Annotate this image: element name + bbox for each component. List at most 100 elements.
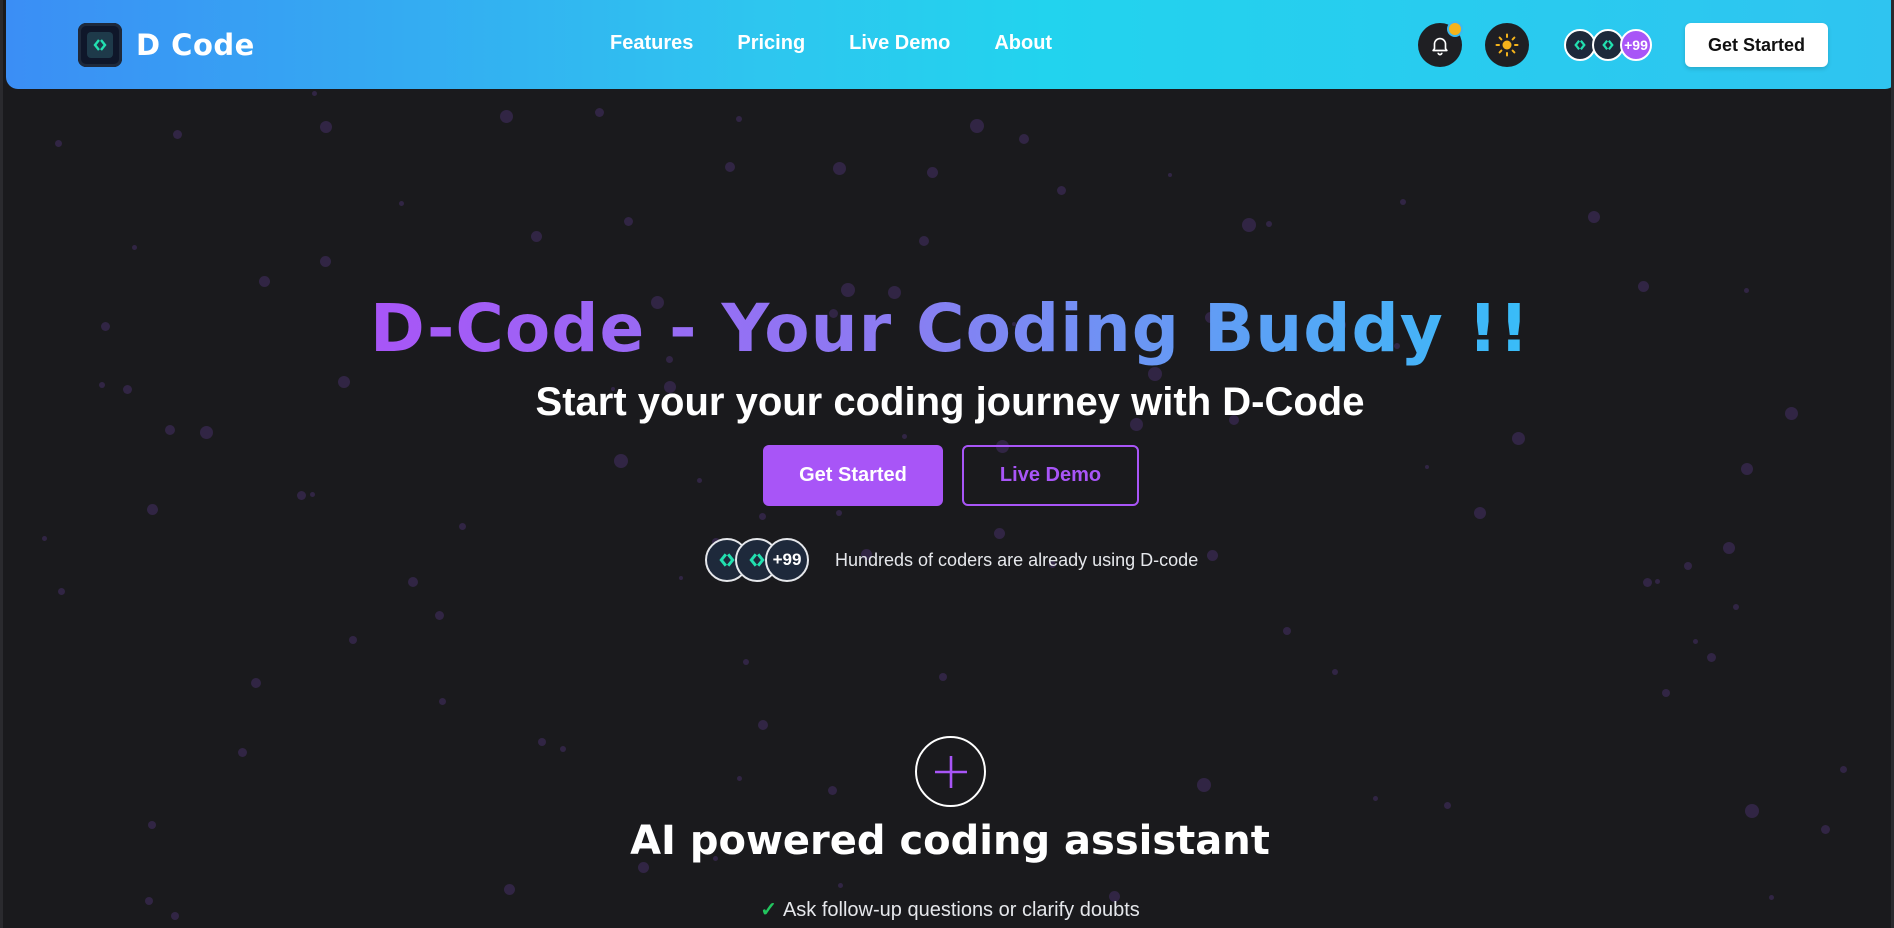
- particle: [725, 162, 735, 172]
- bell-icon: [1432, 37, 1448, 56]
- particle: [312, 91, 317, 96]
- check-icon: ✓: [760, 899, 777, 921]
- particle: [828, 786, 837, 795]
- header-avatar-stack: +99: [1564, 29, 1652, 61]
- particle: [737, 776, 742, 781]
- hero-title: D-Code - Your Coding Buddy !!: [3, 290, 1891, 367]
- particle: [1168, 173, 1172, 177]
- hero-get-started-button[interactable]: Get Started: [763, 445, 943, 506]
- particle: [58, 588, 65, 595]
- brand-name: D Code: [136, 28, 255, 62]
- main-nav: Features Pricing Live Demo About: [610, 32, 1096, 55]
- header-get-started-button[interactable]: Get Started: [1685, 23, 1828, 67]
- particle: [595, 108, 604, 117]
- nav-features[interactable]: Features: [610, 32, 693, 55]
- hero-subtitle: Start your your coding journey with D-Co…: [535, 380, 1365, 424]
- particle: [939, 673, 947, 681]
- particle: [42, 536, 47, 541]
- particle: [838, 883, 843, 888]
- particle: [310, 492, 315, 497]
- particle: [1707, 653, 1716, 662]
- code-icon: [1574, 40, 1586, 50]
- feature-icon-circle: [915, 736, 986, 807]
- feature-title: AI powered coding assistant: [630, 818, 1270, 864]
- particle: [1643, 578, 1652, 587]
- page: D Code Features Pricing Live Demo About: [0, 0, 1894, 928]
- particle: [1512, 432, 1525, 445]
- particle: [1588, 211, 1600, 223]
- particle: [55, 140, 62, 147]
- hero-title-text: D-Code - Your Coding Buddy !!: [370, 290, 1530, 367]
- particle: [1197, 778, 1211, 792]
- particle: [1741, 463, 1753, 475]
- particle: [399, 201, 404, 206]
- particle: [1444, 802, 1451, 809]
- particle: [1148, 367, 1162, 381]
- notifications-button[interactable]: [1418, 21, 1463, 67]
- particle: [970, 119, 984, 133]
- particle: [173, 130, 182, 139]
- particle: [259, 276, 270, 287]
- particle: [758, 720, 768, 730]
- particle: [736, 116, 742, 122]
- particle: [1425, 465, 1429, 469]
- code-icon: [749, 553, 765, 567]
- particle: [1332, 669, 1338, 675]
- particle: [297, 491, 306, 500]
- particle: [919, 236, 929, 246]
- particle: [1745, 804, 1759, 818]
- particle: [531, 231, 542, 242]
- particle: [1400, 199, 1406, 205]
- social-proof-text: Hundreds of coders are already using D-c…: [835, 550, 1199, 570]
- particle: [624, 217, 633, 226]
- avatar-count-badge: +99: [765, 538, 809, 582]
- particle: [1723, 542, 1735, 554]
- particle: [538, 738, 546, 746]
- particle: [833, 162, 846, 175]
- plus-icon: [934, 755, 967, 788]
- particle: [439, 698, 446, 705]
- particle: [165, 425, 175, 435]
- particle: [408, 577, 418, 587]
- code-icon: [1602, 40, 1614, 50]
- particle: [759, 513, 766, 520]
- logo-icon: [78, 23, 122, 67]
- particle: [349, 636, 357, 644]
- particle: [147, 504, 158, 515]
- brand-logo[interactable]: D Code: [78, 23, 255, 67]
- particle: [560, 746, 566, 752]
- particle: [836, 510, 842, 516]
- hero-live-demo-button[interactable]: Live Demo: [962, 445, 1139, 506]
- nav-live-demo[interactable]: Live Demo: [849, 32, 950, 55]
- nav-about[interactable]: About: [994, 32, 1052, 55]
- avatar-count-badge: +99: [1620, 29, 1652, 61]
- particle: [1840, 766, 1847, 773]
- particle: [1242, 218, 1256, 232]
- particle: [743, 659, 749, 665]
- hero-avatar-stack: +99: [705, 538, 809, 582]
- particle: [435, 611, 444, 620]
- particle: [132, 245, 137, 250]
- notification-dot: [1447, 21, 1463, 37]
- particle: [500, 110, 513, 123]
- particle: [1207, 550, 1218, 561]
- particle: [1373, 796, 1378, 801]
- particle: [504, 884, 515, 895]
- particle: [1057, 186, 1066, 195]
- particle: [927, 167, 938, 178]
- particle: [1733, 604, 1739, 610]
- code-icon: [719, 553, 735, 567]
- nav-pricing[interactable]: Pricing: [737, 32, 805, 55]
- top-navbar: D Code Features Pricing Live Demo About: [6, 0, 1891, 89]
- particle: [1266, 221, 1272, 227]
- particle: [251, 678, 261, 688]
- particle: [697, 478, 702, 483]
- sun-icon: [1495, 33, 1519, 57]
- particle: [1693, 639, 1698, 644]
- particle: [200, 426, 213, 439]
- particle: [1283, 627, 1291, 635]
- particle: [1019, 134, 1029, 144]
- feature-point-text: Ask follow-up questions or clarify doubt…: [782, 899, 1140, 921]
- particle: [1655, 579, 1660, 584]
- theme-toggle-button[interactable]: [1485, 23, 1529, 67]
